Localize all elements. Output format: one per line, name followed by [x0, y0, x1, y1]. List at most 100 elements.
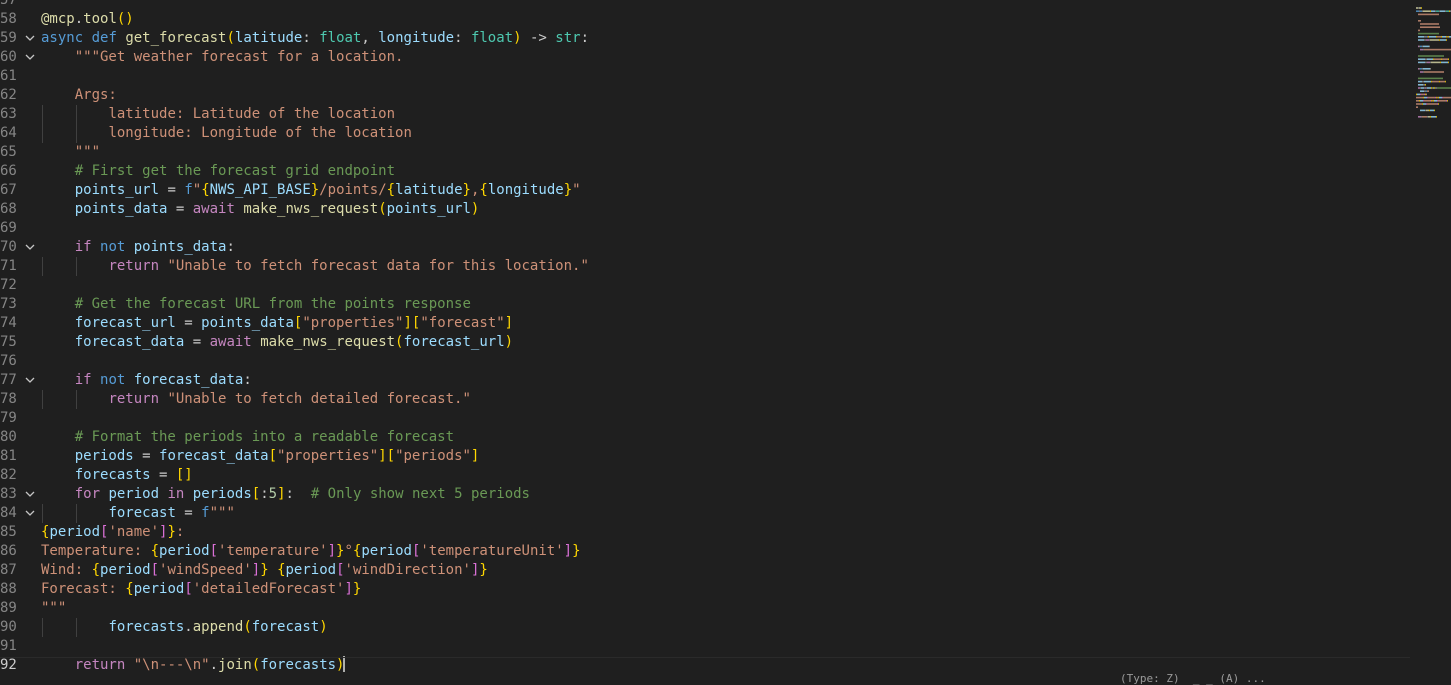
code-text: Forecast: {period['detailedForecast']} [41, 580, 361, 599]
minimap-token [1420, 68, 1422, 70]
minimap-token [1419, 7, 1421, 9]
chevron-down-icon[interactable] [24, 504, 36, 523]
code-line[interactable]: 65 """ [0, 143, 1410, 162]
minimap-token [1426, 87, 1427, 89]
code-token: f [201, 505, 210, 521]
chevron-down-icon[interactable] [24, 238, 36, 257]
code-line[interactable]: 70 if not points_data: [0, 238, 1410, 257]
minimap[interactable] [1412, 0, 1451, 678]
code-line[interactable]: 87 Wind: {period['windSpeed']} {period['w… [0, 561, 1410, 580]
code-line[interactable]: 89 """ [0, 599, 1410, 618]
chevron-down-icon[interactable] [24, 48, 36, 67]
minimap-token [1418, 58, 1425, 60]
code-text: Temperature: {period['temperature']}°{pe… [41, 542, 581, 561]
line-number: 64 [0, 125, 17, 141]
minimap-token [1419, 10, 1420, 12]
code-token: "properties" [277, 448, 379, 464]
code-token: } [352, 581, 362, 597]
code-line[interactable]: 78 return "Unable to fetch detailed forec… [0, 390, 1410, 409]
code-token: ] [563, 543, 573, 559]
code-token: ] [344, 581, 353, 597]
minimap-token [1423, 96, 1424, 99]
code-line[interactable]: 58 @mcp.tool() [0, 10, 1410, 29]
minimap-token [1434, 100, 1437, 102]
code-line[interactable]: 61 [0, 67, 1410, 86]
code-token: . [209, 657, 219, 673]
code-text: forecast = f""" [108, 504, 234, 523]
minimap-token [1423, 48, 1424, 51]
code-token: # Only show next 5 periods [310, 486, 530, 502]
code-token: = [150, 467, 176, 483]
minimap-token [1437, 36, 1441, 38]
code-line[interactable]: 88 Forecast: {period['detailedForecast']} [0, 580, 1410, 599]
code-line[interactable]: 90 forecasts.append(forecast) [0, 618, 1410, 637]
code-line[interactable]: 85 {period['name']}: [0, 523, 1410, 542]
code-line[interactable]: 77 if not forecast_data: [0, 371, 1410, 390]
chevron-down-icon[interactable] [24, 371, 36, 390]
code-token: () [116, 11, 134, 27]
code-text: points_url = f"{NWS_API_BASE}/points/{la… [75, 181, 581, 200]
minimap-token [1427, 58, 1433, 60]
minimap-token [1426, 109, 1429, 112]
code-line[interactable]: 59 async def get_forecast(latitude: float… [0, 29, 1410, 48]
code-token: period [285, 562, 337, 578]
code-line[interactable]: 76 [0, 352, 1410, 371]
code-line[interactable]: 75 forecast_data = await make_nws_request… [0, 333, 1410, 352]
code-line[interactable]: 86 Temperature: {period['temperature']}°{… [0, 542, 1410, 561]
code-token: { [479, 182, 488, 198]
code-token: { [386, 182, 396, 198]
code-line[interactable]: 83 for period in periods[:5]: # Only show… [0, 485, 1410, 504]
code-line[interactable]: 82 forecasts = [] [0, 466, 1410, 485]
line-number: 60 [0, 49, 17, 65]
minimap-token [1431, 61, 1440, 64]
code-token: points_data [201, 315, 294, 331]
code-token: : [260, 486, 269, 502]
code-line[interactable]: 79 [0, 409, 1410, 428]
code-editor[interactable]: 57 58 @mcp.tool() 59 async def get_forecast(… [0, 0, 1451, 678]
minimap-token [1432, 100, 1433, 102]
chevron-down-icon[interactable] [24, 29, 36, 48]
minimap-token [1427, 61, 1430, 64]
minimap-token [1439, 96, 1442, 99]
code-line[interactable]: 73 # Get the forecast URL from the points… [0, 295, 1410, 314]
current-line-highlight [0, 657, 1410, 658]
indent-guide [42, 124, 43, 143]
code-line[interactable]: 81 periods = forecast_data["properties"][… [0, 447, 1410, 466]
code-line[interactable]: 66 # First get the forecast grid endpoint [0, 162, 1410, 181]
minimap-token [1418, 80, 1422, 83]
code-token: = [175, 315, 202, 331]
code-line[interactable]: 62 Args: [0, 86, 1410, 105]
code-line[interactable]: 84 forecast = f""" [0, 504, 1410, 523]
code-line[interactable]: 57 [0, 0, 1410, 10]
code-line[interactable]: 80 # Format the periods into a readable f… [0, 428, 1410, 447]
code-line[interactable]: 64 longitude: Longitude of the location [0, 124, 1410, 143]
code-line[interactable]: 72 [0, 276, 1410, 295]
line-number: 92 [0, 657, 17, 673]
minimap-token [1427, 116, 1428, 118]
minimap-token [1418, 32, 1439, 35]
minimap-token [1439, 10, 1440, 12]
code-line[interactable]: 91 [0, 637, 1410, 656]
minimap-token [1442, 58, 1448, 60]
code-token: = [175, 505, 202, 521]
code-line[interactable]: 63 latitude: Latitude of the location [0, 105, 1410, 124]
code-token: "periods" [395, 448, 471, 464]
code-token: { [125, 581, 134, 597]
code-line[interactable]: 71 return "Unable to fetch forecast data … [0, 257, 1410, 276]
chevron-down-icon[interactable] [24, 485, 36, 504]
code-line[interactable]: 69 [0, 219, 1410, 238]
code-token: float [319, 30, 362, 46]
code-token: Forecast: [41, 581, 126, 597]
code-token: latitude [395, 182, 463, 198]
code-token: ° [344, 543, 353, 559]
code-text: # First get the forecast grid endpoint [75, 162, 395, 181]
code-line[interactable]: 68 points_data = await make_nws_request(p… [0, 200, 1410, 219]
code-token: not [100, 239, 126, 255]
minimap-token [1426, 90, 1427, 92]
minimap-token [1430, 100, 1431, 102]
code-line[interactable]: 67 points_url = f"{NWS_API_BASE}/points/{… [0, 181, 1410, 200]
code-line[interactable]: 74 forecast_url = points_data["properties… [0, 314, 1410, 333]
minimap-token [1440, 80, 1445, 83]
code-line[interactable]: 60 """Get weather forecast for a location… [0, 48, 1410, 67]
